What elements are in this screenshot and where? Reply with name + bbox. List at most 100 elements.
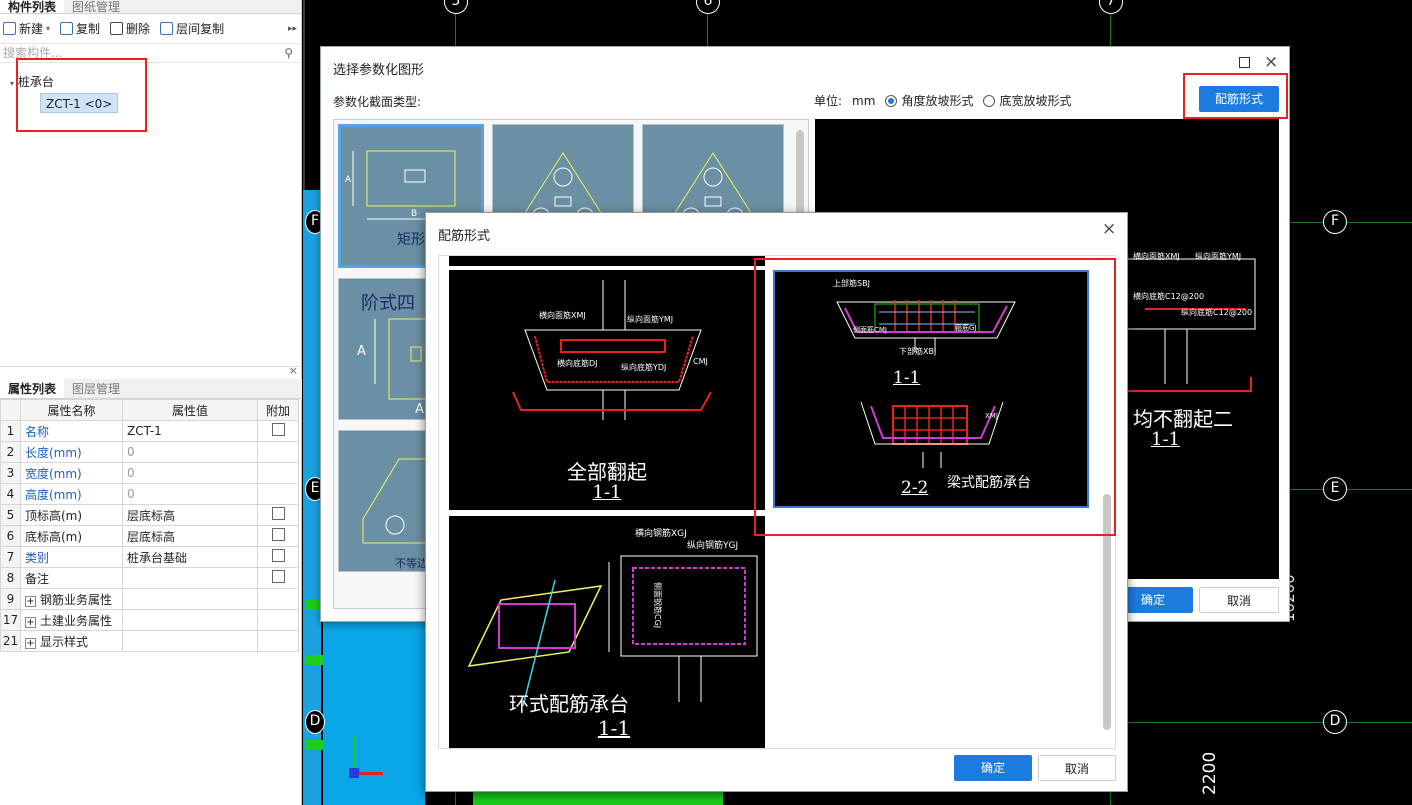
property-value[interactable]: 桩承台基础 bbox=[122, 546, 258, 568]
copy-button[interactable]: 复制 bbox=[60, 20, 100, 37]
copy-icon bbox=[60, 22, 74, 35]
expand-plus-icon[interactable]: + bbox=[25, 616, 36, 628]
svg-text:横向钢筋XGJ: 横向钢筋XGJ bbox=[635, 527, 687, 539]
close-icon[interactable]: × bbox=[1264, 52, 1278, 72]
svg-text:A: A bbox=[345, 175, 352, 185]
component-tabs: 构件列表 图纸管理 bbox=[0, 0, 301, 14]
property-extra bbox=[257, 609, 299, 631]
floor-copy-button[interactable]: 层间复制 bbox=[160, 20, 224, 37]
property-row[interactable]: 4 高度(mm) 0 bbox=[0, 483, 299, 505]
maximize-icon[interactable] bbox=[1239, 57, 1250, 68]
property-name: + 钢筋业务属性 bbox=[20, 588, 123, 610]
radio-width-slope[interactable] bbox=[983, 94, 996, 107]
svg-text:横向底筋C12@200: 横向底筋C12@200 bbox=[1133, 291, 1204, 301]
svg-text:纵向面筋YMJ: 纵向面筋YMJ bbox=[1195, 251, 1241, 261]
dialog1-cancel-button[interactable]: 取消 bbox=[1199, 587, 1279, 613]
rebar-option-full-flip[interactable]: 横向面筋XMJ 纵向面筋YMJ 横向底筋DJ 纵向底筋YDJ CMJ 全部翻起 … bbox=[449, 270, 765, 510]
search-icon[interactable]: ⚲ bbox=[284, 44, 293, 63]
collapse-arrow-icon[interactable]: ▾ bbox=[10, 79, 14, 88]
property-name: 高度(mm) bbox=[20, 483, 123, 505]
property-row[interactable]: 9 + 钢筋业务属性 bbox=[0, 588, 299, 610]
property-table: 属性名称 属性值 附加 1 名称 ZCT-1 2 长度(mm) 0 3 宽度(mm) 0 4 高度(… bbox=[0, 399, 299, 652]
property-value[interactable]: 0 bbox=[122, 462, 258, 484]
tab-component-list[interactable]: 构件列表 bbox=[0, 0, 65, 14]
new-button[interactable]: 新建 ▾ bbox=[3, 20, 50, 37]
tab-drawing-management[interactable]: 图纸管理 bbox=[64, 0, 128, 14]
svg-text:纵向底筋YDJ: 纵向底筋YDJ bbox=[621, 362, 666, 372]
property-row[interactable]: 2 长度(mm) 0 bbox=[0, 441, 299, 463]
property-value[interactable]: 0 bbox=[122, 441, 258, 463]
property-extra bbox=[257, 630, 299, 652]
radio-angle-slope[interactable] bbox=[885, 94, 898, 107]
property-name: 长度(mm) bbox=[20, 441, 123, 463]
rebar-option-ring-cap[interactable]: 横向钢筋XGJ 纵向钢筋YGJ 侧面钢筋CGJ 环式配筋承台 1-1 bbox=[449, 516, 765, 748]
preview-caption: 均不翻起二 bbox=[1133, 407, 1233, 431]
full-flip-drawing: 横向面筋XMJ 纵向面筋YMJ 横向底筋DJ 纵向底筋YDJ CMJ bbox=[512, 280, 712, 420]
delete-button[interactable]: 删除 bbox=[110, 20, 150, 37]
property-name: 顶标高(m) bbox=[20, 504, 123, 526]
extra-checkbox[interactable] bbox=[271, 549, 285, 562]
expand-plus-icon[interactable]: + bbox=[25, 595, 36, 607]
tab-layer-management[interactable]: 图层管理 bbox=[64, 379, 128, 398]
property-value[interactable] bbox=[122, 609, 258, 631]
axis-label-6: 6 bbox=[696, 0, 720, 14]
property-row[interactable]: 21 + 显示样式 bbox=[0, 630, 299, 652]
svg-text:B: B bbox=[411, 209, 417, 219]
extra-checkbox[interactable] bbox=[271, 528, 285, 541]
property-row[interactable]: 6 底标高(m) 层底标高 bbox=[0, 525, 299, 547]
row-number: 5 bbox=[0, 504, 21, 526]
more-chevron-icon[interactable]: ▸▸ bbox=[288, 24, 297, 34]
property-name: 名称 bbox=[20, 420, 123, 442]
unit-row: 单位: mm 角度放坡形式 底宽放坡形式 bbox=[814, 92, 1071, 109]
svg-text:横向面筋XMJ: 横向面筋XMJ bbox=[1133, 251, 1180, 261]
expand-plus-icon[interactable]: + bbox=[25, 637, 36, 649]
extra-checkbox[interactable] bbox=[271, 507, 285, 520]
component-toolbar: 新建 ▾ 复制 删除 层间复制 ▸▸ bbox=[0, 14, 301, 44]
row-number: 4 bbox=[0, 483, 21, 505]
unit-label: 单位: bbox=[814, 94, 843, 108]
dialog1-title: 选择参数化图形 bbox=[333, 63, 425, 78]
property-tabs: 属性列表 图层管理 bbox=[0, 379, 302, 399]
tab-property-list[interactable]: 属性列表 bbox=[0, 379, 65, 398]
dropdown-arrow-icon[interactable]: ▾ bbox=[46, 24, 50, 33]
property-row[interactable]: 5 顶标高(m) 层底标高 bbox=[0, 504, 299, 526]
axis-label-e: E bbox=[1323, 477, 1347, 501]
row-number: 7 bbox=[0, 546, 21, 568]
radio-width-label: 底宽放坡形式 bbox=[999, 94, 1072, 108]
property-value[interactable]: ZCT-1 bbox=[122, 420, 258, 442]
property-extra bbox=[257, 567, 299, 589]
dialog2-cancel-button[interactable]: 取消 bbox=[1038, 755, 1116, 781]
property-extra bbox=[257, 504, 299, 526]
property-value[interactable]: 0 bbox=[122, 483, 258, 505]
svg-text:横向面筋XMJ: 横向面筋XMJ bbox=[539, 310, 586, 320]
floor-copy-icon bbox=[160, 22, 174, 35]
dialog2-ok-button[interactable]: 确定 bbox=[954, 755, 1032, 781]
property-extra bbox=[257, 588, 299, 610]
rebar-form-dialog: 配筋形式 × 横向面筋XMJ 纵向面筋YMJ 横向底筋DJ 纵向底筋YDJ CM… bbox=[425, 212, 1128, 792]
property-row[interactable]: 8 备注 bbox=[0, 567, 299, 589]
property-name: 底标高(m) bbox=[20, 525, 123, 547]
property-row[interactable]: 1 名称 ZCT-1 bbox=[0, 420, 299, 442]
property-row[interactable]: 3 宽度(mm) 0 bbox=[0, 462, 299, 484]
property-row[interactable]: 17 + 土建业务属性 bbox=[0, 609, 299, 631]
property-value[interactable] bbox=[122, 630, 258, 652]
extra-checkbox[interactable] bbox=[271, 570, 285, 583]
green-beam bbox=[473, 790, 723, 805]
ring-cap-caption: 环式配筋承台 bbox=[509, 692, 629, 716]
property-value[interactable] bbox=[122, 588, 258, 610]
close-icon[interactable]: × bbox=[1102, 219, 1116, 239]
property-extra bbox=[257, 546, 299, 568]
extra-checkbox[interactable] bbox=[271, 423, 285, 436]
property-extra bbox=[257, 483, 299, 505]
row-number: 1 bbox=[0, 420, 21, 442]
property-value[interactable]: 层底标高 bbox=[122, 504, 258, 526]
close-icon[interactable]: × bbox=[289, 364, 298, 377]
property-row[interactable]: 7 类别 桩承台基础 bbox=[0, 546, 299, 568]
axis-label-5: 5 bbox=[444, 0, 468, 14]
property-name: 宽度(mm) bbox=[20, 462, 123, 484]
axis-label-d-left: D bbox=[305, 710, 325, 734]
thumb-unequal-label: 不等边 bbox=[395, 557, 428, 570]
property-value[interactable] bbox=[122, 567, 258, 589]
panel-divider: × bbox=[0, 364, 302, 379]
property-value[interactable]: 层底标高 bbox=[122, 525, 258, 547]
